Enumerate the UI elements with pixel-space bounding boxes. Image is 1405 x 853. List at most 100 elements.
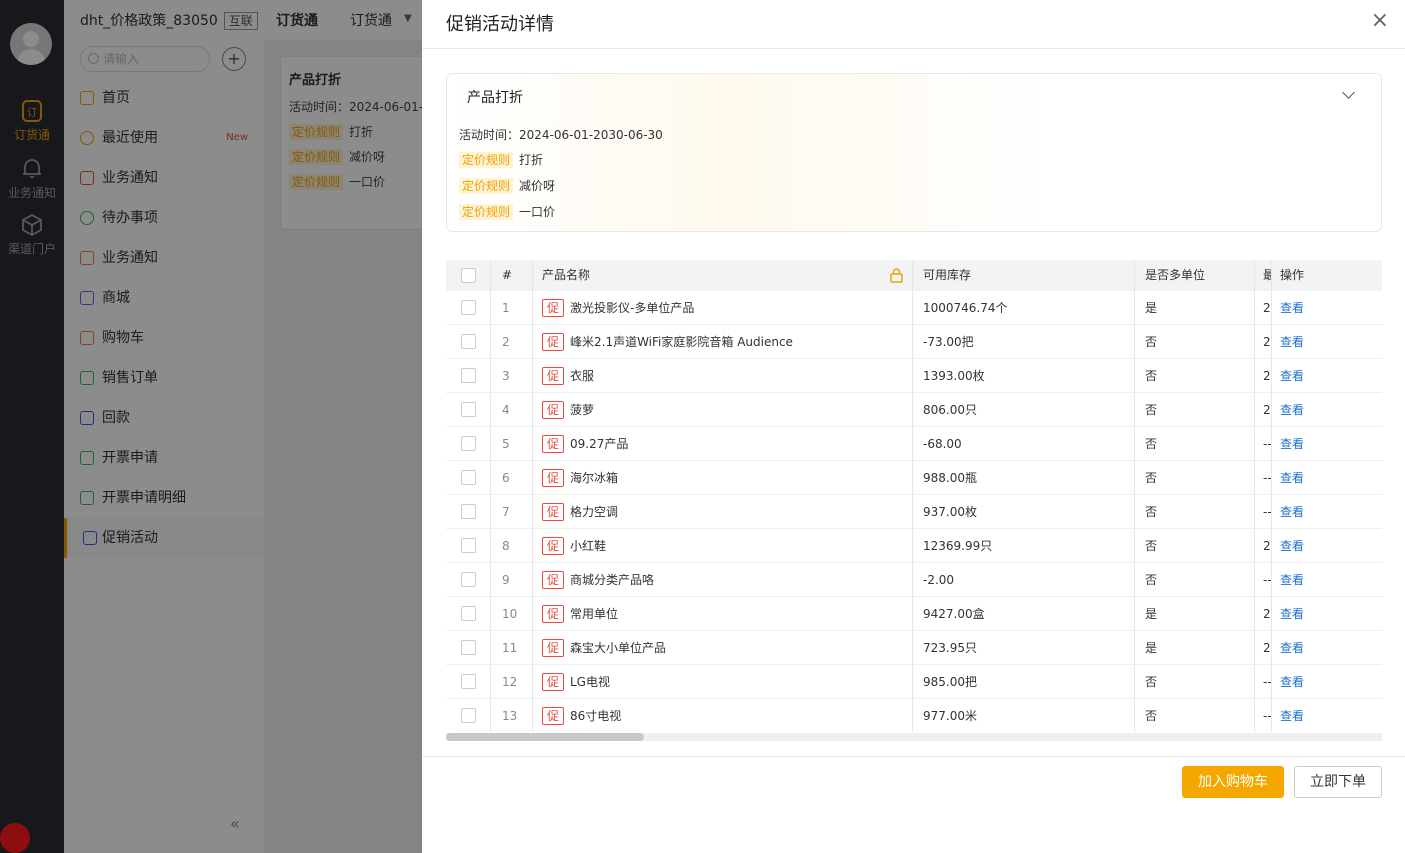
promotion-title: 产品打折: [467, 90, 523, 106]
row-checkbox[interactable]: [461, 300, 476, 315]
table-row[interactable]: 13 促 86寸电视 977.00米 否 -- 查看: [446, 699, 1382, 732]
scrollbar-thumb[interactable]: [446, 733, 644, 741]
multi-unit-cell: 否: [1145, 675, 1158, 689]
next-cell: --: [1263, 505, 1271, 519]
table-row[interactable]: 3 促衣服 1393.00枚 否 2 查看: [446, 359, 1382, 393]
stock-cell: 988.00瓶: [923, 471, 977, 485]
view-link[interactable]: 查看: [1280, 665, 1304, 699]
view-link[interactable]: 查看: [1280, 427, 1304, 461]
multi-unit-cell: 否: [1145, 505, 1158, 519]
stock-cell: 806.00只: [923, 403, 977, 417]
view-link[interactable]: 查看: [1280, 699, 1304, 732]
table-row[interactable]: 7 促格力空调 937.00枚 否 -- 查看: [446, 495, 1382, 529]
promo-badge: 促: [542, 571, 564, 589]
row-checkbox[interactable]: [461, 606, 476, 621]
rule-text: 一口价: [519, 205, 556, 219]
stock-cell: 9427.00盒: [923, 607, 985, 621]
multi-unit-cell: 否: [1145, 437, 1158, 451]
view-link[interactable]: 查看: [1280, 631, 1304, 665]
row-checkbox[interactable]: [461, 572, 476, 587]
overlay-mask[interactable]: [0, 0, 422, 853]
row-checkbox[interactable]: [461, 368, 476, 383]
add-to-cart-button[interactable]: 加入购物车: [1182, 766, 1284, 798]
product-name: 菠萝: [570, 403, 595, 417]
view-link[interactable]: 查看: [1280, 597, 1304, 631]
multi-unit-cell: 否: [1145, 335, 1158, 349]
row-checkbox[interactable]: [461, 334, 476, 349]
product-name-cell: 促 86寸电视: [542, 699, 621, 732]
product-name: LG电视: [570, 675, 610, 689]
horizontal-scrollbar[interactable]: [446, 733, 1382, 741]
view-link[interactable]: 查看: [1280, 563, 1304, 597]
promo-badge: 促: [542, 469, 564, 487]
next-cell: 2: [1263, 539, 1271, 553]
promo-badge: 促: [542, 503, 564, 521]
next-cell: --: [1263, 675, 1271, 689]
row-checkbox[interactable]: [461, 402, 476, 417]
close-icon[interactable]: ×: [1371, 8, 1389, 33]
product-name-cell: 促激光投影仪-多单位产品: [542, 291, 694, 325]
table-row[interactable]: 9 促商城分类产品咯 -2.00 否 -- 查看: [446, 563, 1382, 597]
chevron-down-icon[interactable]: [1342, 86, 1355, 99]
table-row[interactable]: 12 促 LG电视 985.00把 否 -- 查看: [446, 665, 1382, 699]
col-action: 操作: [1280, 268, 1305, 282]
view-link[interactable]: 查看: [1280, 393, 1304, 427]
multi-unit-cell: 是: [1145, 641, 1158, 655]
rule-text: 打折: [519, 153, 544, 167]
promo-badge: 促: [542, 367, 564, 385]
row-index: 7: [502, 505, 510, 519]
stock-cell: 977.00米: [923, 709, 977, 723]
product-name: 衣服: [570, 369, 595, 383]
rule-text: 减价呀: [519, 179, 556, 193]
product-name: 09.27产品: [570, 437, 629, 451]
row-checkbox[interactable]: [461, 504, 476, 519]
select-all-checkbox[interactable]: [461, 268, 476, 283]
table-row[interactable]: 8 促小红鞋 12369.99只 否 2 查看: [446, 529, 1382, 563]
row-index: 8: [502, 539, 510, 553]
row-index: 10: [502, 607, 518, 621]
next-cell: --: [1263, 437, 1271, 451]
multi-unit-cell: 否: [1145, 471, 1158, 485]
view-link[interactable]: 查看: [1280, 529, 1304, 563]
row-checkbox[interactable]: [461, 674, 476, 689]
row-checkbox[interactable]: [461, 640, 476, 655]
table-row[interactable]: 5 促 09.27产品 -68.00 否 -- 查看: [446, 427, 1382, 461]
table-row[interactable]: 6 促海尔冰箱 988.00瓶 否 -- 查看: [446, 461, 1382, 495]
product-name: 86寸电视: [570, 709, 622, 723]
pricing-rule: 定价规则 一口价: [459, 203, 555, 220]
product-name-cell: 促菠萝: [542, 393, 594, 427]
promo-badge: 促: [542, 605, 564, 623]
product-name: 峰米2.1声道WiFi家庭影院音箱 Audience: [570, 335, 793, 349]
row-checkbox[interactable]: [461, 470, 476, 485]
view-link[interactable]: 查看: [1280, 291, 1304, 325]
table-row[interactable]: 1 促激光投影仪-多单位产品 1000746.74个 是 2 查看: [446, 291, 1382, 325]
product-name-cell: 促常用单位: [542, 597, 618, 631]
col-multi-unit: 是否多单位: [1145, 268, 1206, 282]
table-row[interactable]: 10 促常用单位 9427.00盒 是 2 查看: [446, 597, 1382, 631]
view-link[interactable]: 查看: [1280, 495, 1304, 529]
view-link[interactable]: 查看: [1280, 325, 1304, 359]
row-checkbox[interactable]: [461, 538, 476, 553]
pricing-rule: 定价规则 打折: [459, 151, 543, 168]
row-checkbox[interactable]: [461, 708, 476, 723]
view-link[interactable]: 查看: [1280, 461, 1304, 495]
row-checkbox[interactable]: [461, 436, 476, 451]
product-name: 海尔冰箱: [570, 471, 619, 485]
table-row[interactable]: 11 促森宝大小单位产品 723.95只 是 2 查看: [446, 631, 1382, 665]
order-now-button[interactable]: 立即下单: [1294, 766, 1382, 798]
table-header: # 产品名称 可用库存 是否多单位 最 操作: [446, 260, 1382, 291]
stock-cell: 937.00枚: [923, 505, 977, 519]
pricing-rule: 定价规则 减价呀: [459, 177, 555, 194]
product-name-cell: 促海尔冰箱: [542, 461, 618, 495]
table-row[interactable]: 4 促菠萝 806.00只 否 2 查看: [446, 393, 1382, 427]
row-index: 1: [502, 301, 510, 315]
table-row[interactable]: 2 促峰米2.1声道WiFi家庭影院音箱 Audience -73.00把 否 2 查看: [446, 325, 1382, 359]
divider: [422, 48, 1405, 49]
stock-cell: 985.00把: [923, 675, 977, 689]
product-name-cell: 促森宝大小单位产品: [542, 631, 666, 665]
lock-icon[interactable]: [890, 268, 903, 283]
promo-badge: 促: [542, 299, 564, 317]
multi-unit-cell: 是: [1145, 301, 1158, 315]
multi-unit-cell: 否: [1145, 403, 1158, 417]
view-link[interactable]: 查看: [1280, 359, 1304, 393]
